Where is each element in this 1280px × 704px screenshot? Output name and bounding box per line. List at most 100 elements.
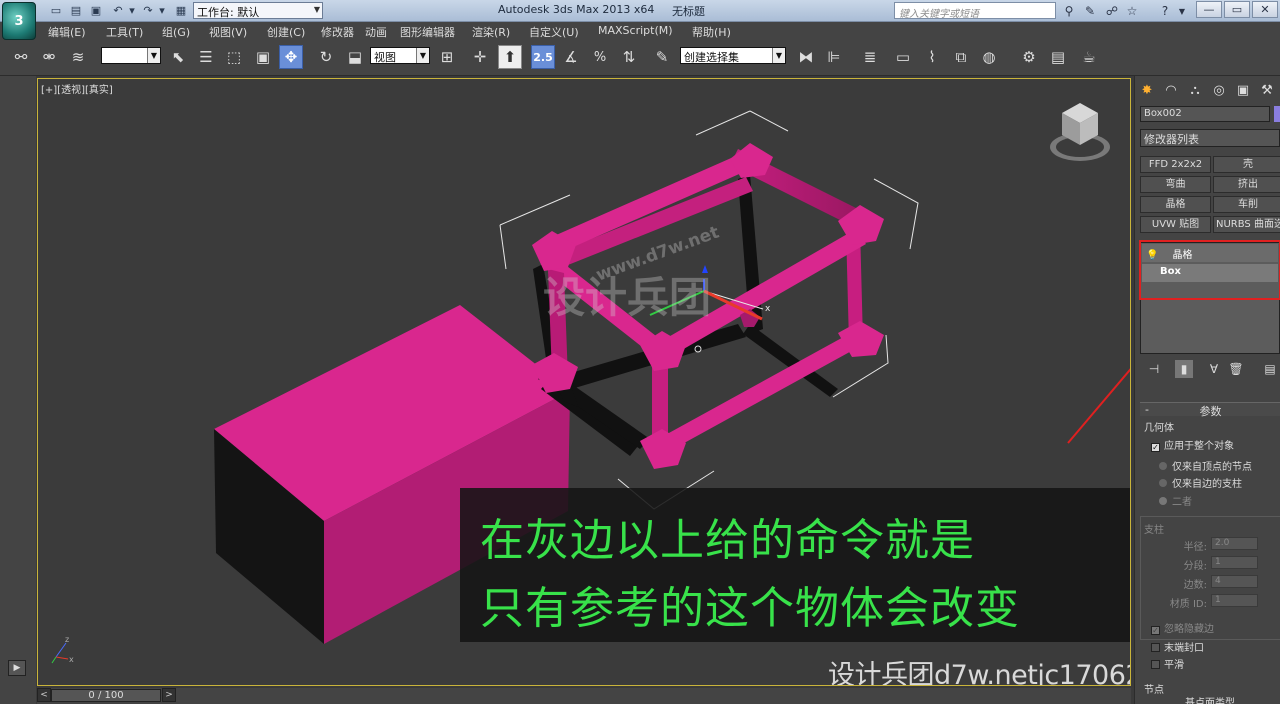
menu-rendering[interactable]: 渲染(R): [472, 24, 510, 40]
hierarchy-tab-icon[interactable]: ⛬: [1185, 80, 1205, 100]
menu-help[interactable]: 帮助(H): [692, 24, 731, 40]
menu-maxscript[interactable]: MAXScript(M): [598, 24, 673, 37]
menu-create[interactable]: 创建(C): [267, 24, 305, 40]
configure-sets-icon[interactable]: ▤: [1261, 360, 1279, 378]
radio-both[interactable]: 二者: [1159, 493, 1192, 508]
workspace-selector[interactable]: 工作台: 默认 ▼: [193, 2, 323, 19]
apply-to-entire-object-checkbox[interactable]: ✓ 应用于整个对象: [1151, 437, 1234, 452]
help-icon[interactable]: ?: [1157, 3, 1173, 19]
restore-button[interactable]: ▭: [1224, 1, 1250, 18]
modifier-list-dropdown[interactable]: 修改器列表: [1140, 129, 1280, 147]
save-file-icon[interactable]: ▣: [88, 3, 104, 18]
perspective-viewport[interactable]: x z x [+][透视][真实] www.d7w.net 设计兵团 在灰边以上…: [37, 78, 1131, 686]
make-unique-icon[interactable]: ∀: [1205, 360, 1223, 378]
pivot-center-icon[interactable]: ⊞: [435, 45, 459, 69]
graphite-ribbon-icon[interactable]: ▭: [891, 45, 915, 69]
menu-modifiers[interactable]: 修改器: [321, 24, 354, 40]
modifier-bend-button[interactable]: 弯曲: [1140, 176, 1211, 193]
radio-joints-only[interactable]: 仅来自顶点的节点: [1159, 458, 1252, 473]
unlink-icon[interactable]: ⚮: [37, 45, 61, 69]
sides-input[interactable]: 4: [1211, 575, 1258, 588]
modifier-shell-button[interactable]: 壳: [1213, 156, 1280, 173]
radio-struts-only[interactable]: 仅来自边的支柱: [1159, 475, 1242, 490]
select-rotate-icon[interactable]: ↻: [314, 45, 338, 69]
redo-dropdown-icon[interactable]: ▾: [154, 3, 170, 18]
schematic-view-icon[interactable]: ⧉: [949, 45, 973, 69]
layer-manager-icon[interactable]: ≣: [858, 45, 882, 69]
modifier-ffd-button[interactable]: FFD 2x2x2: [1140, 156, 1211, 173]
close-button[interactable]: ✕: [1252, 1, 1278, 18]
utilities-tab-icon[interactable]: ⚒: [1257, 80, 1277, 100]
modifier-nurbs-surface-select-button[interactable]: NURBS 曲面选择: [1213, 216, 1280, 233]
end-caps-checkbox[interactable]: 末端封口: [1151, 639, 1204, 654]
align-icon[interactable]: ⊫: [822, 45, 846, 69]
undo-dropdown-icon[interactable]: ▾: [124, 3, 140, 18]
edit-named-selection-icon[interactable]: ✎: [650, 45, 674, 69]
rendered-frame-window-icon[interactable]: ▤: [1046, 45, 1070, 69]
material-editor-icon[interactable]: ◍: [977, 45, 1001, 69]
named-selection-dropdown[interactable]: 创建选择集 ▼: [680, 47, 786, 64]
subscription-icon[interactable]: ✎: [1082, 3, 1098, 19]
smooth-checkbox[interactable]: 平滑: [1151, 656, 1184, 671]
material-id-input[interactable]: 1: [1211, 594, 1258, 607]
show-end-result-icon[interactable]: ▮: [1175, 360, 1193, 378]
communication-icon[interactable]: ☍: [1104, 3, 1120, 19]
time-next-button[interactable]: >: [162, 688, 176, 702]
modify-tab-icon[interactable]: ◠: [1161, 80, 1181, 100]
play-button[interactable]: ▶: [8, 660, 26, 676]
spinner-snap-icon[interactable]: ⇅: [617, 45, 641, 69]
curve-editor-icon[interactable]: ⌇: [920, 45, 944, 69]
render-production-icon[interactable]: ☕: [1077, 45, 1101, 69]
menu-graph-editors[interactable]: 图形编辑器: [400, 24, 455, 40]
mirror-icon[interactable]: ⧓: [794, 45, 818, 69]
motion-tab-icon[interactable]: ◎: [1209, 80, 1229, 100]
select-by-name-icon[interactable]: ☰: [194, 45, 218, 69]
new-file-icon[interactable]: ▭: [48, 3, 64, 18]
pin-stack-icon[interactable]: ⊣: [1145, 360, 1163, 378]
modifier-uvw-map-button[interactable]: UVW 贴图: [1140, 216, 1211, 233]
render-setup-icon[interactable]: ⚙: [1017, 45, 1041, 69]
keyboard-shortcut-override-icon[interactable]: ⬆: [498, 45, 522, 69]
angle-snap-icon[interactable]: ∡: [559, 45, 583, 69]
rect-selection-icon[interactable]: ⬚: [222, 45, 246, 69]
object-name-field[interactable]: Box002: [1140, 106, 1270, 122]
search-input[interactable]: 键入关键字或短语: [894, 2, 1056, 20]
snaps-toggle-icon[interactable]: 2.5: [531, 45, 555, 69]
modifier-extrude-button[interactable]: 挤出: [1213, 176, 1280, 193]
percent-snap-icon[interactable]: %: [588, 45, 612, 69]
bind-space-warp-icon[interactable]: ≋: [66, 45, 90, 69]
binoculars-icon[interactable]: ⚲: [1061, 3, 1077, 19]
time-slider-thumb[interactable]: 0 / 100: [51, 689, 161, 702]
menu-views[interactable]: 视图(V): [209, 24, 247, 40]
remove-modifier-icon[interactable]: 🗑: [1227, 360, 1245, 378]
selection-filter-dropdown[interactable]: ▼: [101, 47, 161, 64]
app-menu-button[interactable]: 3: [2, 2, 36, 40]
display-tab-icon[interactable]: ▣: [1233, 80, 1253, 100]
time-prev-button[interactable]: <: [37, 688, 51, 702]
menu-edit[interactable]: 编辑(E): [48, 24, 86, 40]
menu-animation[interactable]: 动画: [365, 24, 387, 40]
create-tab-icon[interactable]: ✸: [1137, 80, 1157, 100]
modifier-lathe-button[interactable]: 车削: [1213, 196, 1280, 213]
modifier-lattice-button[interactable]: 晶格: [1140, 196, 1211, 213]
segments-input[interactable]: 1: [1211, 556, 1258, 569]
reference-coord-dropdown[interactable]: 视图 ▼: [370, 47, 430, 64]
menu-group[interactable]: 组(G): [162, 24, 190, 40]
select-object-icon[interactable]: ⬉: [166, 45, 190, 69]
ignore-hidden-edges-checkbox[interactable]: ✓ 忽略隐藏边: [1151, 620, 1214, 635]
object-color-swatch[interactable]: [1274, 106, 1280, 122]
minimize-button[interactable]: —: [1196, 1, 1222, 18]
help-dropdown-icon[interactable]: ▼: [1174, 3, 1190, 19]
favorites-star-icon[interactable]: ☆: [1124, 3, 1140, 19]
radius-input[interactable]: 2.0: [1211, 537, 1258, 550]
window-crossing-icon[interactable]: ▣: [251, 45, 275, 69]
open-file-icon[interactable]: ▤: [68, 3, 84, 18]
select-scale-icon[interactable]: ⬓: [343, 45, 367, 69]
menu-customize[interactable]: 自定义(U): [529, 24, 579, 40]
link-icon[interactable]: ⚯: [9, 45, 33, 69]
select-manipulate-icon[interactable]: ✛: [468, 45, 492, 69]
select-move-icon[interactable]: ✥: [279, 45, 303, 69]
menu-tools[interactable]: 工具(T): [106, 24, 143, 40]
project-folder-icon[interactable]: ▦: [173, 3, 189, 18]
parameters-rollout-header[interactable]: - 参数: [1140, 402, 1280, 418]
